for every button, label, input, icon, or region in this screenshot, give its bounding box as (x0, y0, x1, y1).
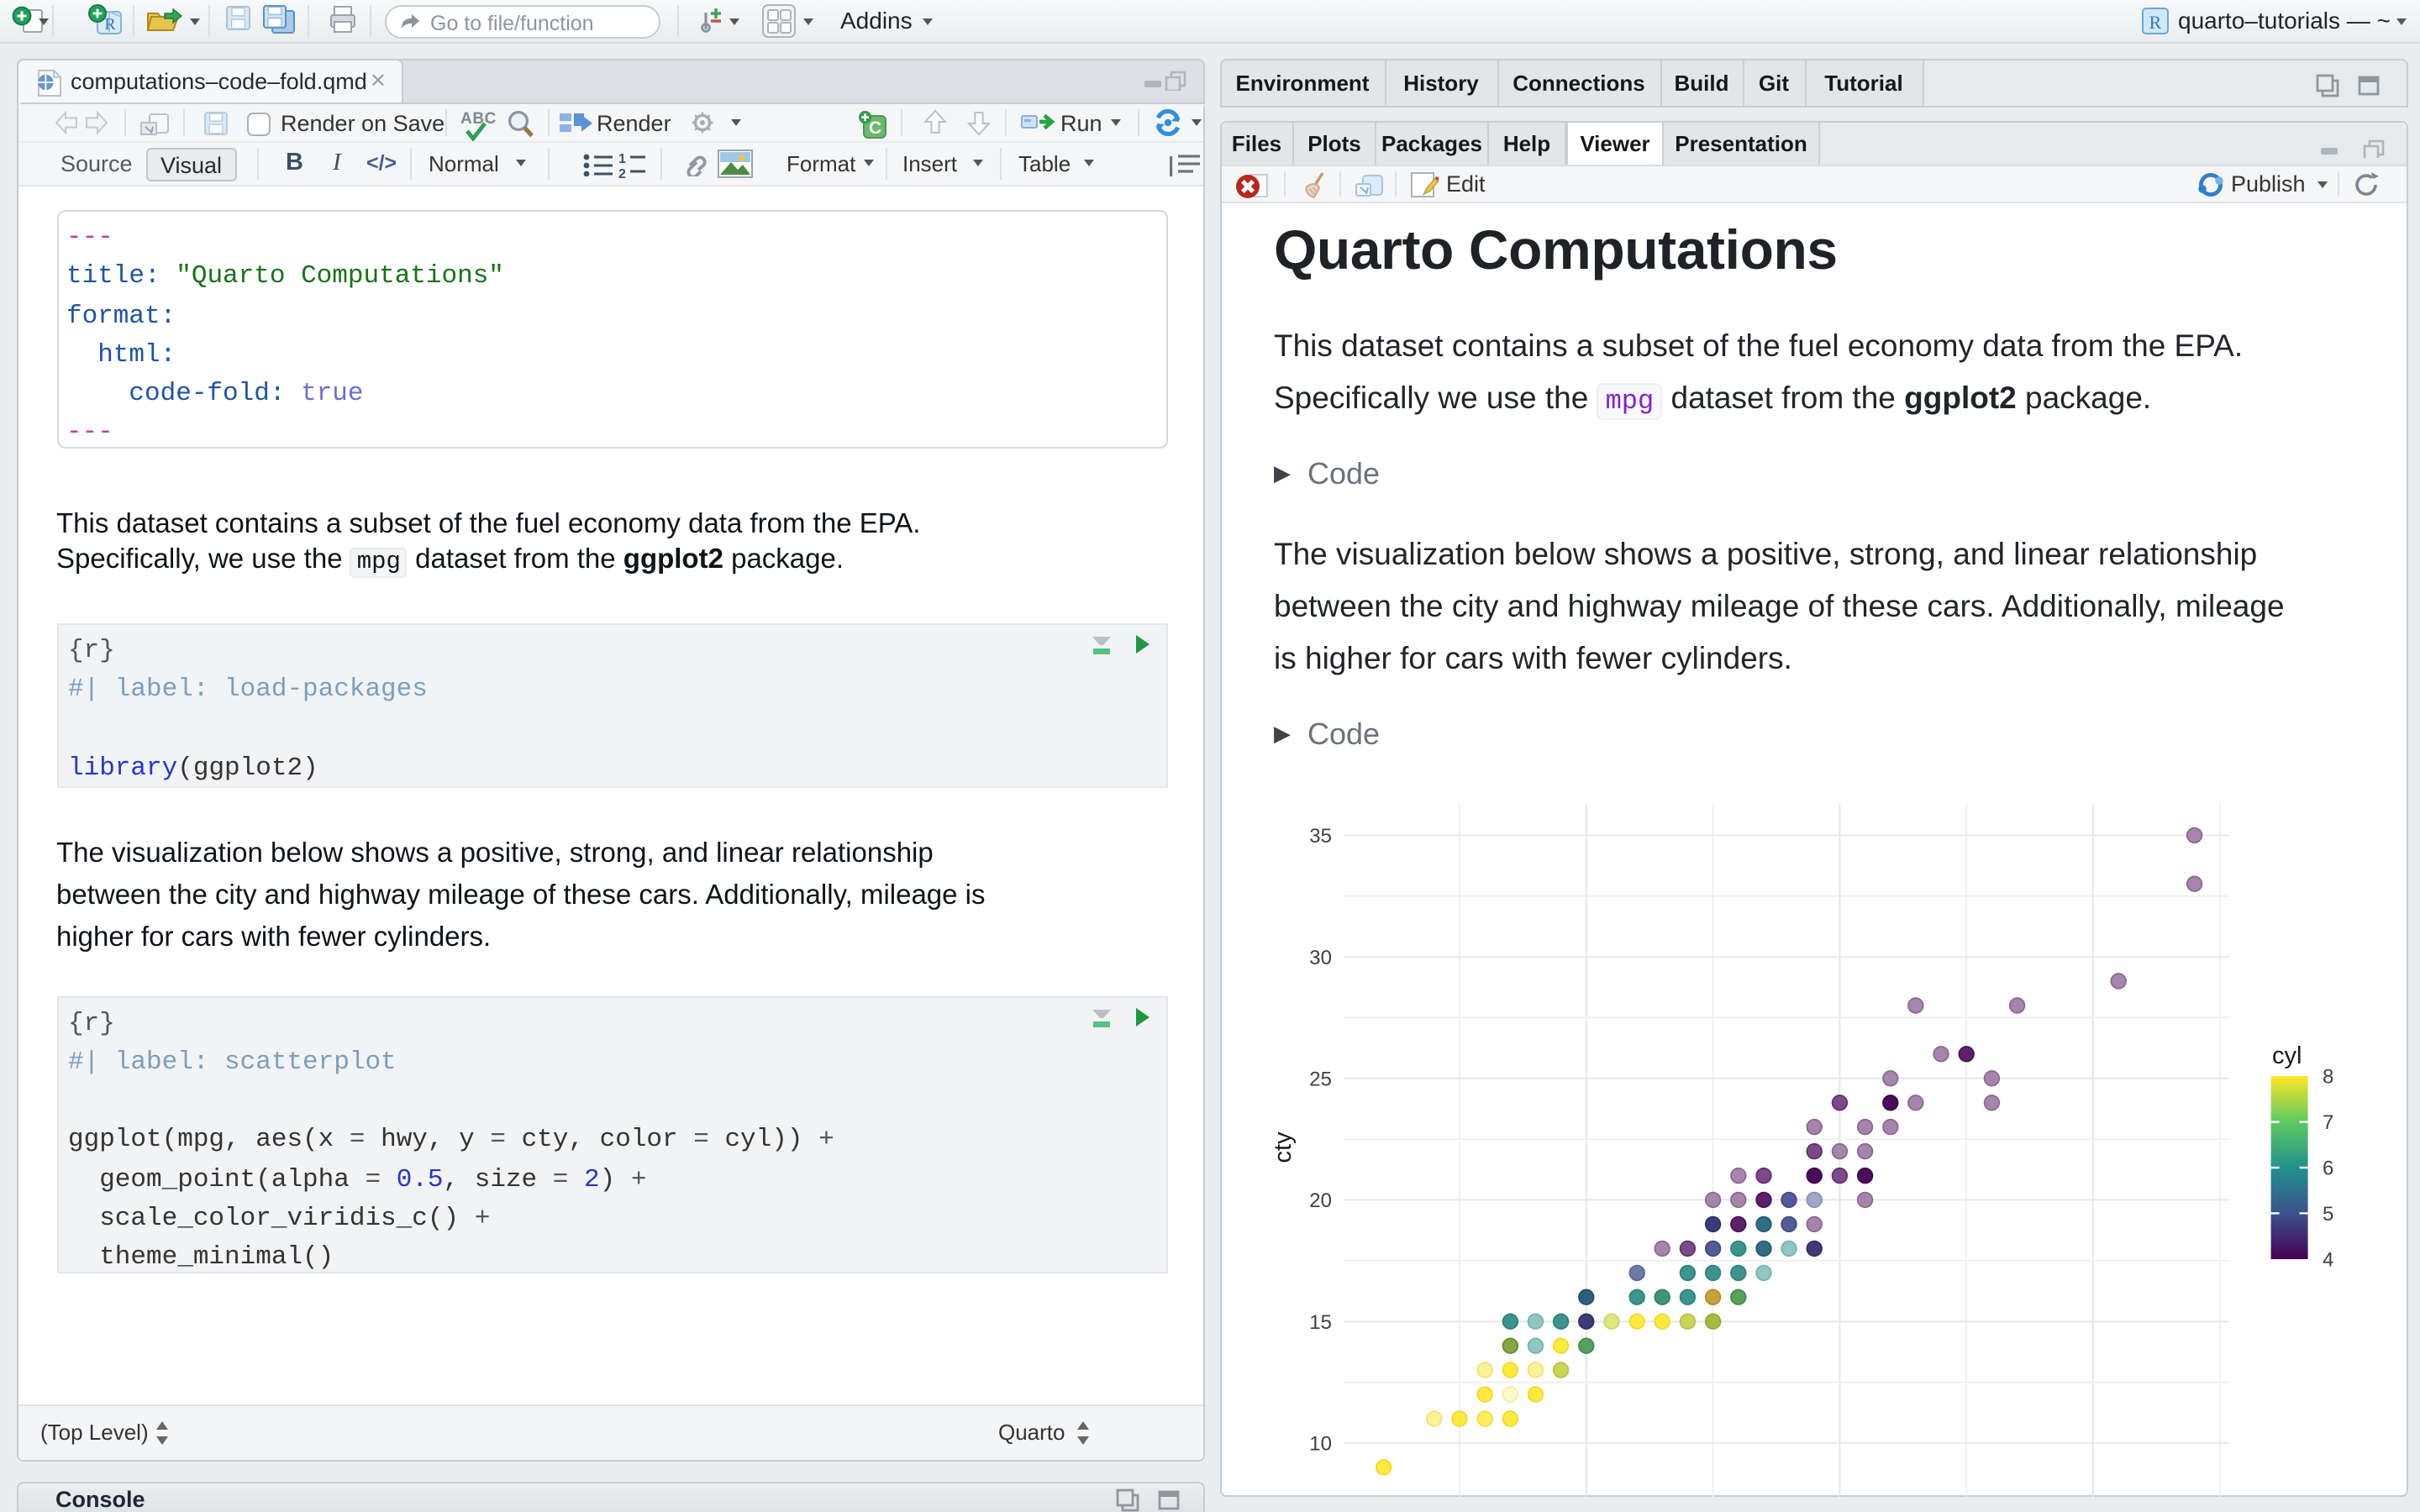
svg-text:cyl: cyl (2271, 1042, 2301, 1069)
svg-text:15: 15 (1308, 1311, 1331, 1334)
svg-text:30: 30 (1308, 947, 1331, 969)
svg-text:C: C (869, 118, 881, 137)
svg-text:20: 20 (1308, 1189, 1331, 1212)
svg-text:7: 7 (2322, 1111, 2333, 1134)
svg-text:6: 6 (2322, 1158, 2333, 1180)
svg-text:4: 4 (2322, 1249, 2333, 1272)
svg-text:8: 8 (2322, 1066, 2333, 1089)
svg-text:2: 2 (618, 167, 626, 178)
svg-text:35: 35 (1308, 825, 1331, 848)
svg-text:R: R (2149, 12, 2162, 33)
svg-text:5: 5 (2322, 1203, 2333, 1226)
svg-text:ABC: ABC (460, 109, 497, 127)
svg-text:10: 10 (1308, 1432, 1331, 1455)
svg-text:R: R (104, 15, 116, 34)
svg-text:cty: cty (1269, 1131, 1296, 1163)
svg-text:25: 25 (1308, 1068, 1331, 1090)
svg-text:1: 1 (618, 152, 626, 166)
